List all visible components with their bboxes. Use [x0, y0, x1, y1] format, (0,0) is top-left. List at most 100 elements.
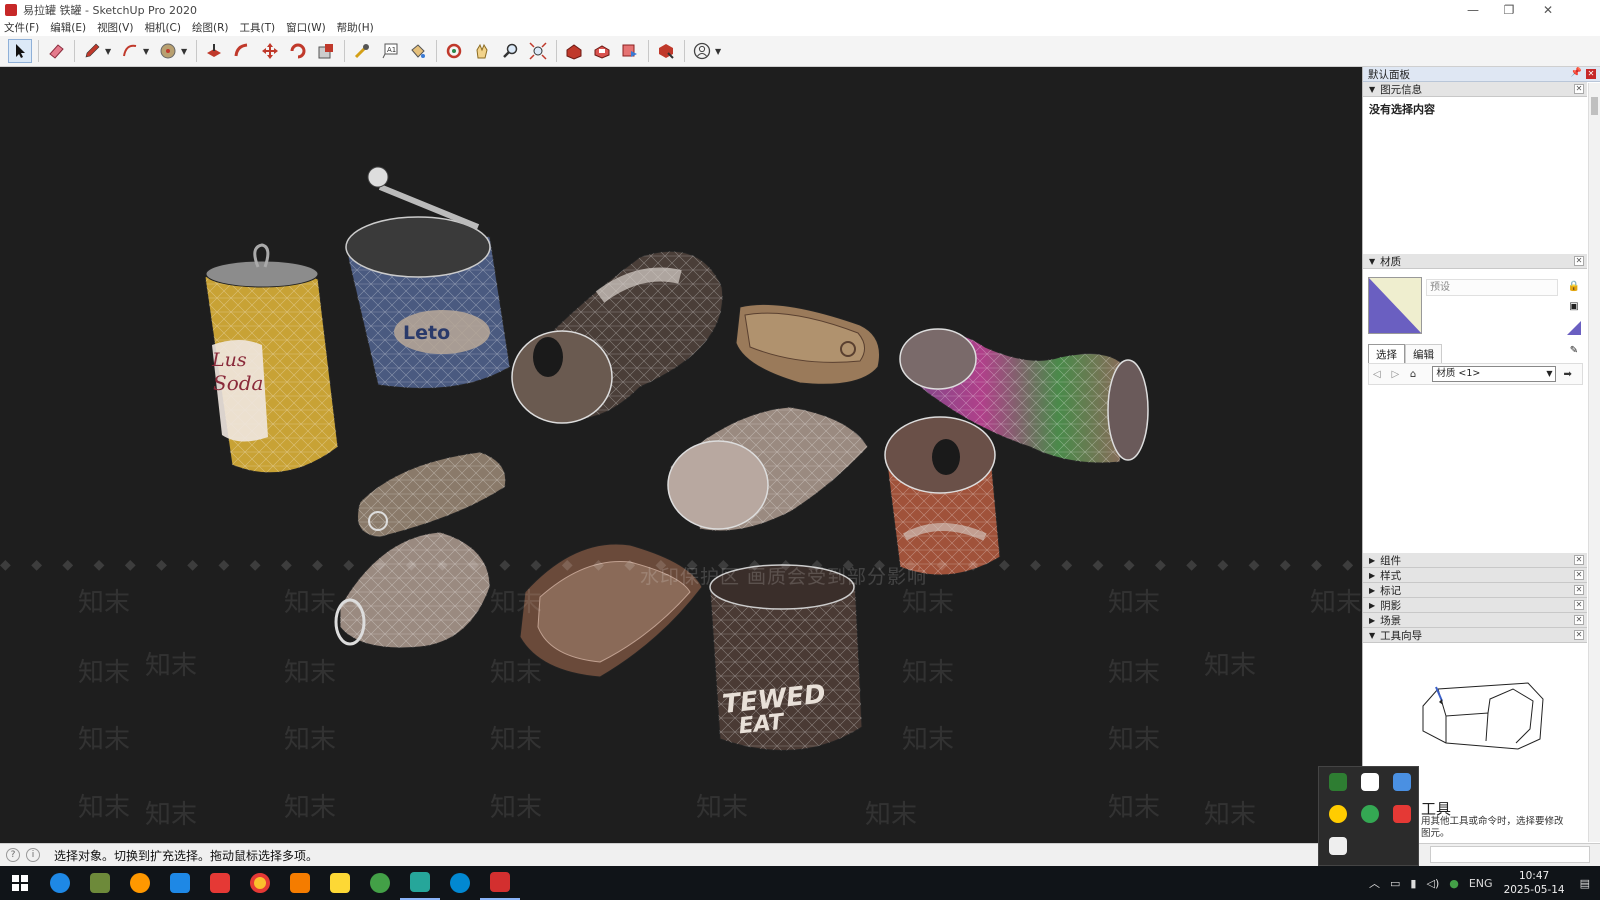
create-material-icon[interactable]: ▣: [1567, 301, 1581, 315]
flattened-silver-can[interactable]: [667, 406, 869, 532]
select-icon[interactable]: [8, 39, 32, 63]
info-icon[interactable]: i: [26, 848, 40, 862]
pan-icon[interactable]: [470, 39, 494, 63]
scenes-header[interactable]: ▶ 场景 ✕: [1363, 613, 1587, 628]
peeled-lid[interactable]: [334, 531, 491, 649]
zoom-extents-icon[interactable]: [526, 39, 550, 63]
yellow-soda-can[interactable]: Lus Soda: [204, 243, 339, 474]
menu-help[interactable]: 帮助(H): [337, 20, 374, 35]
shapes-icon[interactable]: [156, 39, 180, 63]
default-material-icon[interactable]: [1567, 321, 1581, 335]
geolocation-icon[interactable]: ?: [6, 848, 20, 862]
forward-icon[interactable]: ▷: [1391, 369, 1404, 380]
zoom-icon[interactable]: [498, 39, 522, 63]
tray-app-icon[interactable]: [1329, 837, 1347, 855]
home-icon[interactable]: ⌂: [1410, 369, 1423, 380]
defender-icon[interactable]: [1393, 773, 1411, 791]
media-player-icon[interactable]: [120, 866, 160, 900]
plus-tray-icon[interactable]: [1329, 805, 1347, 823]
security-icon[interactable]: [160, 866, 200, 900]
close-icon[interactable]: ✕: [1574, 570, 1584, 580]
close-icon[interactable]: ✕: [1574, 600, 1584, 610]
eyedropper-icon[interactable]: ✎: [1567, 345, 1581, 359]
tags-header[interactable]: ▶ 标记 ✕: [1363, 583, 1587, 598]
stewed-meat-can[interactable]: TEWED EAT: [709, 564, 863, 751]
chrome-icon[interactable]: [240, 866, 280, 900]
chevron-down-icon[interactable]: ▼: [181, 47, 189, 56]
sketchup-icon[interactable]: [480, 866, 520, 900]
flat-tin-lid[interactable]: [357, 451, 507, 538]
extension-warehouse-icon[interactable]: [590, 39, 614, 63]
chevron-up-icon[interactable]: ︿: [1369, 875, 1380, 891]
panel-scrollbar[interactable]: [1588, 83, 1600, 842]
follow-me-icon[interactable]: [230, 39, 254, 63]
crushed-dark-can[interactable]: [511, 250, 724, 424]
material-swatch[interactable]: [1368, 277, 1422, 334]
material-name-input[interactable]: 预设: [1426, 279, 1558, 296]
close-icon[interactable]: ✕: [1574, 615, 1584, 625]
lock-icon[interactable]: 🔒: [1567, 281, 1581, 295]
back-icon[interactable]: ◁: [1373, 369, 1386, 380]
3dsmax-icon[interactable]: [400, 866, 440, 900]
menu-view[interactable]: 视图(V): [97, 20, 133, 35]
shield-icon[interactable]: [1361, 773, 1379, 791]
chevron-down-icon[interactable]: ▼: [143, 47, 151, 56]
arc-icon[interactable]: [118, 39, 142, 63]
menu-window[interactable]: 窗口(W): [286, 20, 326, 35]
ie-icon[interactable]: [40, 866, 80, 900]
scrollbar-thumb[interactable]: [1591, 97, 1598, 115]
instructor-header[interactable]: ▼ 工具向导 ✕: [1363, 628, 1587, 643]
windows-start-icon[interactable]: [0, 866, 40, 900]
measurements-box[interactable]: [1430, 846, 1590, 863]
rotate-icon[interactable]: [286, 39, 310, 63]
styles-header[interactable]: ▶ 样式 ✕: [1363, 568, 1587, 583]
paint-bucket-icon[interactable]: [406, 39, 430, 63]
close-icon[interactable]: ✕: [1574, 84, 1584, 94]
close-icon[interactable]: ✕: [1574, 630, 1584, 640]
image-viewer-icon[interactable]: [80, 866, 120, 900]
close-icon[interactable]: ✕: [1586, 69, 1596, 79]
tab-select[interactable]: 选择: [1368, 344, 1405, 364]
wechat-tray-icon[interactable]: ●: [1449, 877, 1459, 890]
pencil-icon[interactable]: [80, 39, 104, 63]
menu-edit[interactable]: 编辑(E): [50, 20, 86, 35]
scale-icon[interactable]: [314, 39, 338, 63]
chevron-down-icon[interactable]: ▼: [105, 47, 113, 56]
menu-camera[interactable]: 相机(C): [144, 20, 181, 35]
close-icon[interactable]: ✕: [1574, 555, 1584, 565]
account-icon[interactable]: [690, 39, 714, 63]
nvidia-tray-icon[interactable]: [1329, 773, 1347, 791]
components-header[interactable]: ▶ 组件 ✕: [1363, 553, 1587, 568]
warehouse-icon[interactable]: [562, 39, 586, 63]
pin-icon[interactable]: 📌: [1571, 68, 1582, 78]
battery-icon[interactable]: ▮: [1410, 877, 1416, 890]
orbit-icon[interactable]: [442, 39, 466, 63]
menu-draw[interactable]: 绘图(R): [192, 20, 229, 35]
move-icon[interactable]: [258, 39, 282, 63]
menu-tools[interactable]: 工具(T): [239, 20, 275, 35]
tape-measure-icon[interactable]: [350, 39, 374, 63]
material-collection-dropdown[interactable]: 材质 <1> ▼: [1432, 366, 1556, 382]
chevron-down-icon[interactable]: ▼: [715, 47, 723, 56]
close-icon[interactable]: ✕: [1574, 585, 1584, 595]
copper-crushed-can[interactable]: [884, 416, 1001, 576]
push-pull-icon[interactable]: [202, 39, 226, 63]
close-button[interactable]: ✕: [1530, 0, 1566, 19]
menu-file[interactable]: 文件(F): [4, 20, 39, 35]
edge-icon[interactable]: [440, 866, 480, 900]
layout-icon[interactable]: [618, 39, 642, 63]
shadows-header[interactable]: ▶ 阴影 ✕: [1363, 598, 1587, 613]
tab-edit[interactable]: 编辑: [1405, 344, 1442, 364]
materials-header[interactable]: ▼ 材质 ✕: [1363, 254, 1587, 269]
text-icon[interactable]: A1: [378, 39, 402, 63]
file-explorer-icon[interactable]: [320, 866, 360, 900]
clock[interactable]: 10:47 2025-05-14: [1504, 869, 1565, 897]
model-viewport[interactable]: Lus Soda Leto TEWED EAT ◆ ◆ ◆ ◆ ◆ ◆ ◆ ◆ …: [0, 67, 1362, 843]
blue-opened-can[interactable]: Leto: [345, 166, 511, 389]
minimize-button[interactable]: —: [1455, 0, 1491, 19]
restore-button[interactable]: ❐: [1491, 0, 1527, 19]
wechat-icon[interactable]: [360, 866, 400, 900]
notification-icon[interactable]: ▤: [1580, 877, 1590, 890]
volume-icon[interactable]: ◁): [1426, 877, 1439, 890]
details-arrow-icon[interactable]: ➡: [1564, 369, 1577, 380]
